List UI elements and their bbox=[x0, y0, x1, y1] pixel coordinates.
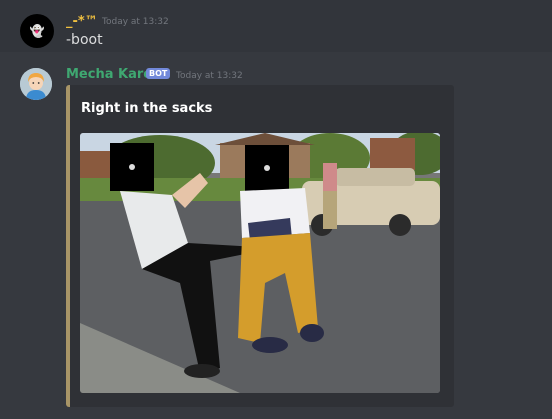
message-username[interactable]: _-*™ bbox=[66, 14, 98, 29]
user-avatar-icon: 👻 bbox=[29, 24, 45, 38]
message-user[interactable]: 👻 _-*™ Today at 13:32 -boot bbox=[0, 6, 552, 52]
embed-photo bbox=[80, 133, 440, 393]
message-embed: Right in the sacks bbox=[66, 85, 454, 407]
embed-accent-bar bbox=[66, 85, 70, 407]
bot-message-timestamp: Today at 13:32 bbox=[176, 71, 243, 81]
message-content: -boot bbox=[66, 32, 103, 48]
bot-avatar[interactable] bbox=[20, 68, 52, 100]
message-timestamp: Today at 13:32 bbox=[102, 17, 169, 27]
bot-avatar-icon bbox=[20, 68, 52, 100]
embed-title: Right in the sacks bbox=[81, 101, 213, 116]
embed-image[interactable] bbox=[80, 133, 440, 393]
user-avatar[interactable]: 👻 bbox=[20, 14, 54, 48]
bot-badge: BOT bbox=[146, 68, 171, 79]
